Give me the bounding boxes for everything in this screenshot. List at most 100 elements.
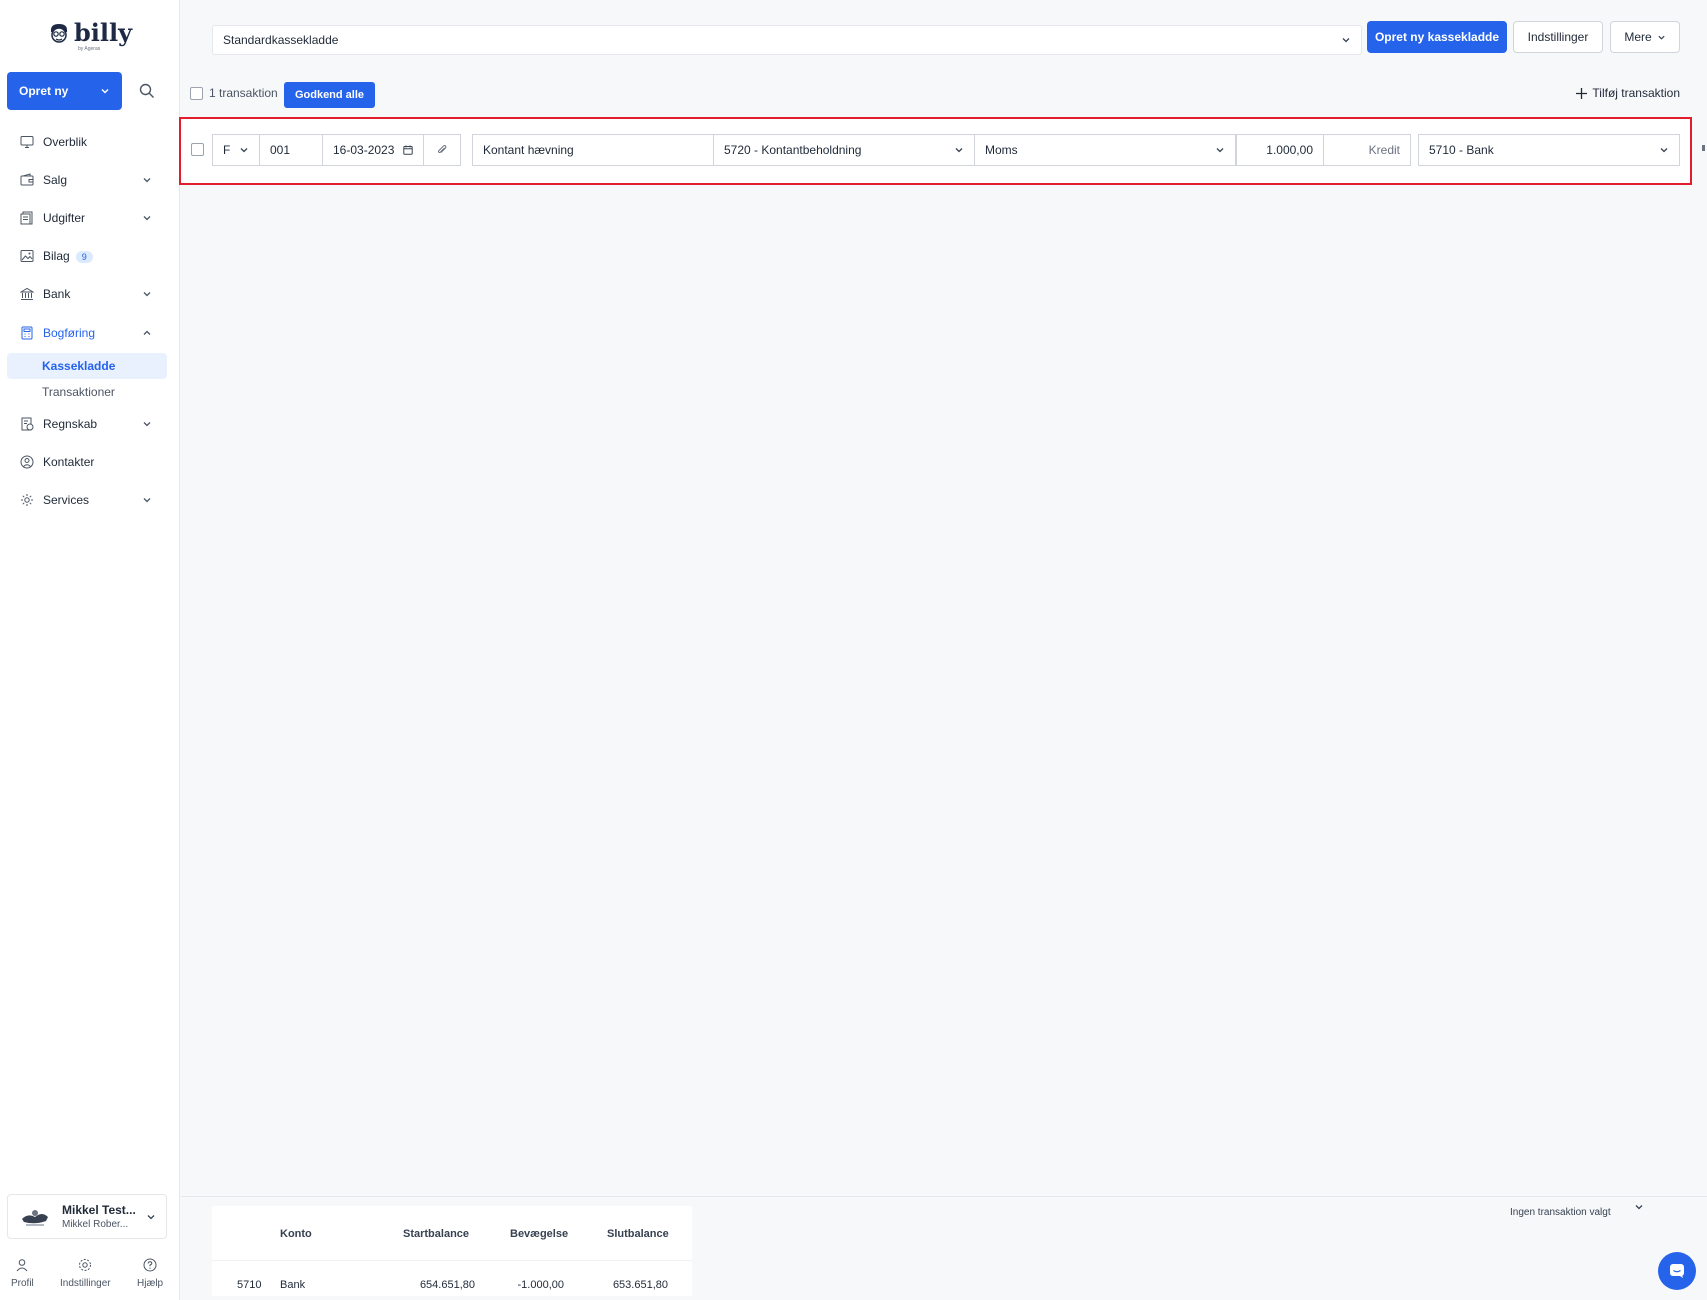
row-scroll-handle[interactable] bbox=[1702, 145, 1705, 151]
sidebar-subitem-kassekladde[interactable]: Kassekladde bbox=[7, 353, 167, 379]
help-label: Hjælp bbox=[137, 1278, 164, 1289]
transaction-description-input[interactable]: Kontant hævning bbox=[472, 134, 714, 166]
chevron-down-icon bbox=[143, 178, 151, 183]
transaction-description-value: Kontant hævning bbox=[483, 143, 574, 157]
transaction-type-select[interactable]: F bbox=[212, 134, 260, 166]
debit-credit-toggle[interactable]: Kredit bbox=[1323, 134, 1411, 166]
settings-link[interactable]: Indstillinger bbox=[60, 1258, 111, 1289]
chevron-down-icon[interactable] bbox=[1634, 1202, 1644, 1212]
organization-names: Mikkel Test... Mikkel Rober... bbox=[62, 1203, 146, 1230]
sidebar-item-udgifter[interactable]: Udgifter bbox=[20, 208, 160, 228]
sidebar-item-bilag[interactable]: Bilag 9 bbox=[20, 246, 160, 266]
sidebar-item-salg[interactable]: Salg bbox=[20, 170, 160, 190]
sidebar-item-label: Udgifter bbox=[43, 211, 86, 225]
col-end-balance: Slutbalance bbox=[607, 1228, 669, 1240]
user-name: Mikkel Rober... bbox=[62, 1219, 129, 1230]
profile-link[interactable]: Profil bbox=[11, 1258, 34, 1289]
chevron-down-icon bbox=[1342, 38, 1350, 43]
account-name: Bank bbox=[280, 1278, 306, 1291]
chevron-down-icon bbox=[1660, 148, 1668, 153]
wallet-icon bbox=[20, 173, 34, 186]
plus-icon bbox=[1576, 87, 1588, 99]
table-row: 5710 Bank 654.651,80 -1.000,00 653.651,8… bbox=[212, 1260, 692, 1296]
account-number: 5710 bbox=[237, 1278, 262, 1291]
brand-tagline: by Ageras bbox=[78, 46, 101, 52]
sidebar-item-label: Kontakter bbox=[43, 455, 95, 469]
select-all: 1 transaktion bbox=[190, 86, 278, 100]
journal-select-value: Standardkassekladde bbox=[223, 33, 339, 47]
account-select[interactable]: 5720 - Kontantbeholdning bbox=[713, 134, 975, 166]
user-icon bbox=[17, 1259, 28, 1272]
organization-name: Mikkel Test... bbox=[62, 1203, 136, 1217]
receipt-icon bbox=[20, 211, 33, 225]
chevron-down-icon bbox=[143, 292, 151, 297]
contra-account-value: 5710 - Bank bbox=[1429, 143, 1494, 157]
select-all-checkbox[interactable] bbox=[190, 86, 203, 100]
create-journal-button[interactable]: Opret ny kassekladde bbox=[1367, 21, 1507, 53]
debit-credit-value: Kredit bbox=[1368, 143, 1400, 157]
vat-select[interactable]: Moms bbox=[974, 134, 1236, 166]
transaction-date-value: 16-03-2023 bbox=[333, 143, 395, 157]
balance-table: Konto Startbalance Bevægelse Slutbalance… bbox=[212, 1206, 692, 1296]
calendar-icon[interactable] bbox=[403, 145, 413, 155]
user-circle-icon bbox=[20, 455, 34, 469]
add-transaction-button[interactable]: Tilføj transaktion bbox=[1575, 86, 1680, 100]
col-start-balance: Startbalance bbox=[403, 1228, 470, 1240]
create-new-label: Opret ny bbox=[19, 84, 69, 98]
gear-icon bbox=[21, 494, 33, 506]
sidebar-item-label: Overblik bbox=[43, 135, 88, 149]
chevron-down-icon bbox=[101, 89, 109, 94]
billy-logo[interactable]: billy by Ageras bbox=[48, 21, 132, 52]
transaction-date-input[interactable]: 16-03-2023 bbox=[322, 134, 424, 166]
account-select-value: 5720 - Kontantbeholdning bbox=[724, 143, 862, 157]
chevron-down-icon bbox=[240, 148, 248, 153]
help-link[interactable]: Hjælp bbox=[137, 1258, 163, 1289]
create-new-button[interactable]: Opret ny bbox=[7, 72, 122, 110]
sidebar-subitem-label: Transaktioner bbox=[42, 385, 115, 399]
sidebar-subitem-transaktioner[interactable]: Transaktioner bbox=[7, 379, 167, 405]
sidebar-item-overblik[interactable]: Overblik bbox=[20, 132, 160, 152]
balance-table-header: Konto Startbalance Bevægelse Slutbalance bbox=[212, 1214, 692, 1254]
sidebar-item-regnskab[interactable]: Regnskab bbox=[20, 414, 160, 434]
chevron-down-icon bbox=[143, 422, 151, 427]
add-transaction-label: Tilføj transaktion bbox=[1592, 86, 1680, 100]
search-icon[interactable] bbox=[138, 82, 156, 100]
settings-label: Indstillinger bbox=[60, 1278, 111, 1289]
bilag-label-wrap: Bilag 9 bbox=[43, 249, 160, 263]
contra-account-select[interactable]: 5710 - Bank bbox=[1418, 134, 1680, 166]
sidebar-item-bank[interactable]: Bank bbox=[20, 284, 160, 304]
help-icon bbox=[143, 1258, 157, 1272]
sidebar-item-bogforing[interactable]: Bogføring bbox=[20, 323, 160, 343]
journal-settings-button[interactable]: Indstillinger bbox=[1513, 21, 1603, 53]
sidebar-item-services[interactable]: Services bbox=[20, 490, 160, 510]
vat-select-value: Moms bbox=[985, 143, 1018, 157]
billy-mascot-icon bbox=[51, 24, 67, 43]
organization-switcher[interactable]: Mikkel Test... Mikkel Rober... bbox=[7, 1194, 167, 1239]
chevron-up-icon bbox=[143, 330, 151, 335]
no-transaction-selected: Ingen transaktion valgt bbox=[1510, 1207, 1611, 1218]
amount-input[interactable]: 1.000,00 bbox=[1236, 134, 1324, 166]
more-button[interactable]: Mere bbox=[1610, 21, 1680, 53]
approve-all-label: Godkend alle bbox=[294, 89, 365, 101]
amount-value: 1.000,00 bbox=[1266, 143, 1313, 157]
sidebar-item-kontakter[interactable]: Kontakter bbox=[20, 452, 160, 472]
transaction-count: 1 transaktion bbox=[209, 86, 278, 100]
journal-select[interactable]: Standardkassekladde bbox=[212, 25, 1362, 55]
end-balance-value: 653.651,80 bbox=[612, 1278, 668, 1291]
chevron-down-icon bbox=[955, 148, 963, 153]
journal-settings-label: Indstillinger bbox=[1527, 30, 1589, 44]
transaction-checkbox[interactable] bbox=[191, 143, 204, 156]
approve-all-button[interactable]: Godkend alle bbox=[284, 82, 375, 108]
sidebar-item-label: Bilag bbox=[43, 249, 70, 263]
col-account: Konto bbox=[280, 1228, 312, 1240]
attachment-button[interactable] bbox=[423, 134, 461, 166]
gear-icon bbox=[79, 1259, 92, 1271]
transaction-number-input[interactable]: 001 bbox=[259, 134, 323, 166]
bank-icon bbox=[20, 287, 34, 300]
start-balance-value: 654.651,80 bbox=[419, 1278, 475, 1291]
sidebar-subitem-label: Kassekladde bbox=[42, 359, 116, 373]
sidebar-item-label: Bogføring bbox=[43, 326, 96, 340]
calculator-icon bbox=[21, 326, 33, 340]
transaction-type-value: F bbox=[223, 143, 231, 157]
chat-button[interactable] bbox=[1658, 1252, 1696, 1290]
